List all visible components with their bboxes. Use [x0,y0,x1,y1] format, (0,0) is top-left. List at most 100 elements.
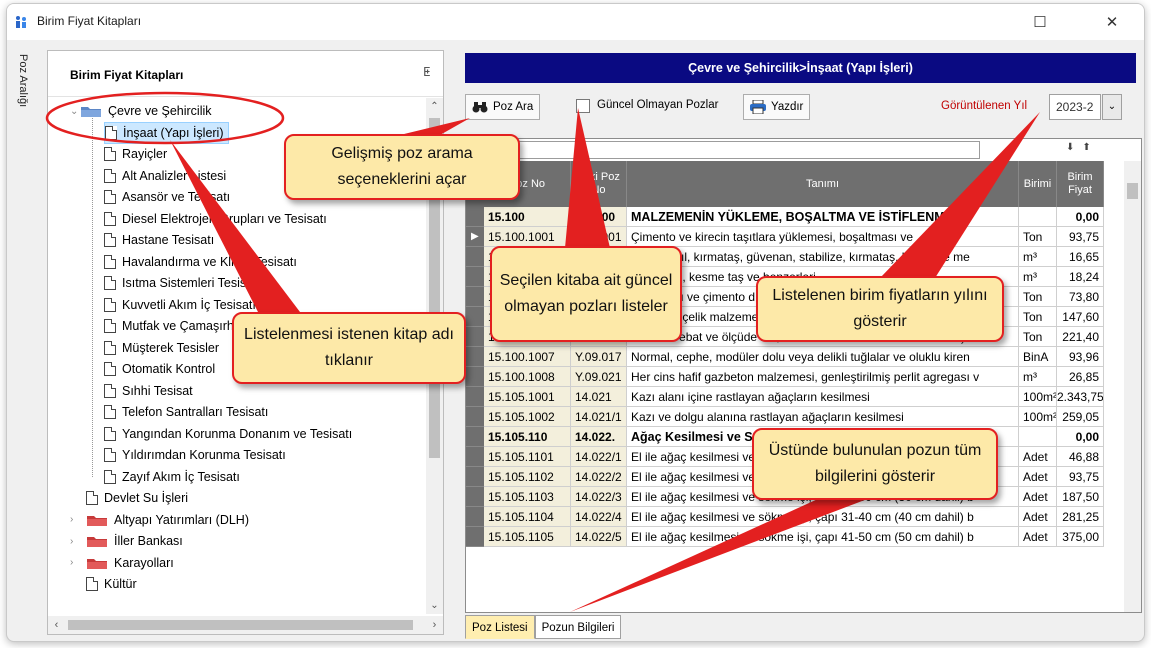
tree-item-book[interactable]: Diesel Elektrojen Grupları ve Tesisatı [104,208,331,230]
tree-item-label: Çevre ve Şehircilik [108,104,212,118]
tree-item-book[interactable]: Zayıf Akım İç Tesisatı [104,466,244,488]
tree-item-label: Yangından Korunma Donanım ve Tesisatı [122,426,353,441]
row-indicator[interactable] [466,327,484,347]
row-indicator[interactable] [466,427,484,447]
scroll-up-icon[interactable]: ⌃ [426,98,443,115]
table-row[interactable]: 15.105.1104 14.022/4 El ile ağaç kesilmesi… [484,507,1104,527]
row-indicator[interactable] [466,287,484,307]
table-row[interactable]: 15.100 Y.09.00 MALZEMENİN YÜKLEME, BOŞALTM… [484,207,1104,227]
tree-item-label: Müşterek Tesisler [122,340,220,355]
tree-item-book[interactable]: Havalandırma ve Klima Tesisatı [104,251,301,273]
row-indicator[interactable]: ▶ [466,227,484,247]
column-header[interactable]: Eski Poz No [571,161,627,207]
cell-eski: Y.09.00 [571,207,627,227]
row-indicator[interactable] [466,467,484,487]
table-row[interactable]: 15.100.1001 Y.09.001 Çimento ve kirecin ta… [484,227,1104,247]
tree-item-root[interactable]: Kültür [70,573,137,595]
tree-item-book[interactable]: Isıtma Sistemleri Tesisatı [104,272,264,294]
tree-horizontal-scrollbar[interactable]: ‹ › [48,616,443,634]
document-icon [104,297,116,312]
tree-item-label: İller Bankası [114,534,183,548]
side-tab-poz-araligi[interactable]: Poz Aralığı [15,54,29,134]
table-row[interactable]: 15.105.1002 14.021/1 Kazı ve dolgu alanına… [484,407,1104,427]
cell-birim [1019,427,1057,447]
row-indicator[interactable] [466,487,484,507]
scroll-left-icon[interactable]: ‹ [48,616,65,634]
tree-item-book[interactable]: Sıhhi Tesisat [104,380,197,402]
scroll-thumb-horizontal[interactable] [68,620,413,630]
cell-birim: m³ [1019,247,1057,267]
grid-scroll-thumb[interactable] [1127,183,1138,199]
scroll-down-icon[interactable]: ⌄ [426,597,443,614]
tab-poz-listesi[interactable]: Poz Listesi [465,615,535,639]
cell-poz: 15.100.1007 [484,347,571,367]
grid-vertical-scrollbar[interactable] [1124,161,1141,612]
year-label: Görüntülenen Yıl [941,100,1028,112]
collapse-icon[interactable]: ⌄ [70,106,80,117]
cell-fiyat: 93,75 [1057,227,1104,247]
year-select[interactable]: 2023-2 [1049,94,1101,120]
maximize-button[interactable]: ☐ [1025,12,1055,34]
tree-item-book[interactable]: Rayiçler [104,143,171,165]
row-indicator[interactable] [466,387,484,407]
callout-search: Gelişmiş poz arama seçeneklerini açar [284,134,520,200]
tree-item-book[interactable]: Yıldırımdan Korunma Tesisatı [104,444,290,466]
row-indicator[interactable] [466,507,484,527]
table-row[interactable]: 15.100.1007 Y.09.017 Normal, cephe, modüle… [484,347,1104,367]
row-indicator[interactable] [466,367,484,387]
column-header[interactable]: Birimi [1019,161,1057,207]
tree-item-root[interactable]: › Altyapı Yatırımları (DLH) [70,509,249,531]
folder-open-icon [80,104,102,118]
cell-tanim: Her cins hafif gazbeton malzemesi, genle… [627,367,1019,387]
row-indicator[interactable] [466,527,484,547]
table-row[interactable]: 15.105.1001 14.021 Kazı alanı içine rastla… [484,387,1104,407]
row-indicator[interactable] [466,347,484,367]
tree-item-book[interactable]: Yangından Korunma Donanım ve Tesisatı [104,423,356,445]
tree-item-book[interactable]: Asansör ve Tesisatı [104,186,234,208]
callout-outdated: Seçilen kitaba ait güncel olmayan pozlar… [490,246,682,342]
tree-item-root[interactable]: › İller Bankası [70,530,183,552]
table-row[interactable]: 15.100.1008 Y.09.021 Her cins hafif gazbet… [484,367,1104,387]
row-indicator[interactable] [466,207,484,227]
row-indicator[interactable] [466,447,484,467]
row-indicator[interactable] [466,267,484,287]
tree-item-root[interactable]: › Karayolları [70,552,174,574]
poz-search-button[interactable]: Poz Ara [465,94,541,120]
tree-item-book[interactable]: Müşterek Tesisler [104,337,223,359]
cell-eski: 14.022. [571,427,627,447]
document-icon [104,340,116,355]
tree-item-book[interactable]: Hastane Tesisatı [104,229,218,251]
cell-tanim: El ile ağaç kesilmesi ve sökme işi, çapı… [627,507,1019,527]
table-row[interactable]: 15.105.1105 14.022/5 El ile ağaç kesilmesi… [484,527,1104,547]
poz-grid[interactable]: ⬇⬆ Poz No Eski Poz No Tanımı Birimi Birim Fi… [465,138,1142,613]
print-button[interactable]: Yazdır [743,94,811,120]
filter-input[interactable] [480,141,980,159]
tree-item-book[interactable]: İnşaat (Yapı İşleri) [104,121,229,144]
expand-icon[interactable]: › [70,557,80,568]
pin-icon[interactable]: ⵟ [423,65,430,79]
document-icon [104,362,116,376]
scroll-right-icon[interactable]: › [426,616,443,634]
tree-item-root[interactable]: Devlet Su İşleri [70,487,188,509]
tab-pozun-bilgileri[interactable]: Pozun Bilgileri [534,615,622,639]
column-header[interactable]: Birim Fiyat [1057,161,1104,207]
cell-birim: Adet [1019,527,1057,547]
row-indicator[interactable] [466,407,484,427]
expand-icon[interactable]: › [70,536,80,547]
close-button[interactable]: ✕ [1097,12,1127,34]
row-indicator[interactable] [466,247,484,267]
cell-fiyat: 0,00 [1057,207,1104,227]
sort-arrows-icon[interactable]: ⬇⬆ [1066,142,1099,153]
chevron-down-icon[interactable]: ⌄ [1102,94,1122,120]
document-icon [104,168,116,183]
expand-icon[interactable]: › [70,514,80,525]
cell-eski: 14.021/1 [571,407,627,427]
outdated-checkbox[interactable] [576,99,590,113]
column-header[interactable]: Tanımı [627,161,1019,207]
row-indicator[interactable] [466,307,484,327]
tree-item-book[interactable]: Otomatik Kontrol [104,358,219,380]
tree-item-book[interactable]: Telefon Santralları Tesisatı [104,401,272,423]
tree-item-book[interactable]: Alt Analizler Listesi [104,165,230,187]
cell-fiyat: 93,75 [1057,467,1104,487]
cell-tanim: Çimento ve kirecin taşıtlara yüklemesi, … [627,227,1019,247]
